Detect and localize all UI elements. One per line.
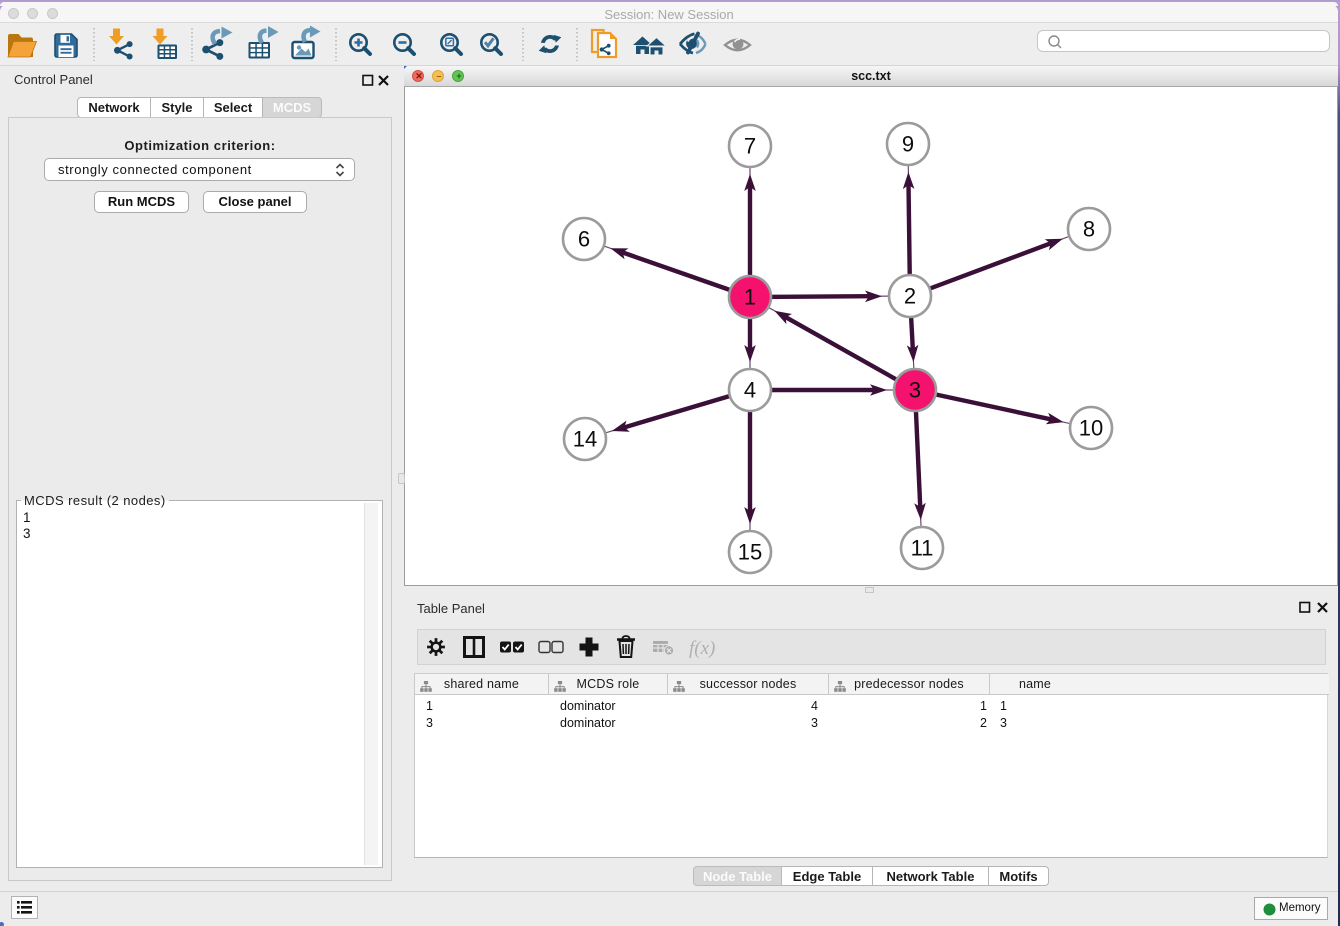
svg-text:3: 3 (909, 378, 921, 403)
svg-text:14: 14 (573, 427, 597, 452)
svg-text:2: 2 (904, 284, 916, 309)
svg-text:15: 15 (738, 540, 762, 565)
svg-text:6: 6 (578, 227, 590, 252)
svg-text:11: 11 (911, 536, 934, 561)
svg-text:9: 9 (902, 132, 914, 157)
svg-text:1: 1 (744, 285, 756, 310)
svg-text:10: 10 (1079, 416, 1103, 441)
svg-text:8: 8 (1083, 217, 1095, 242)
svg-text:f(x): f(x) (689, 638, 715, 659)
svg-text:7: 7 (744, 134, 756, 159)
svg-text:4: 4 (744, 378, 756, 403)
